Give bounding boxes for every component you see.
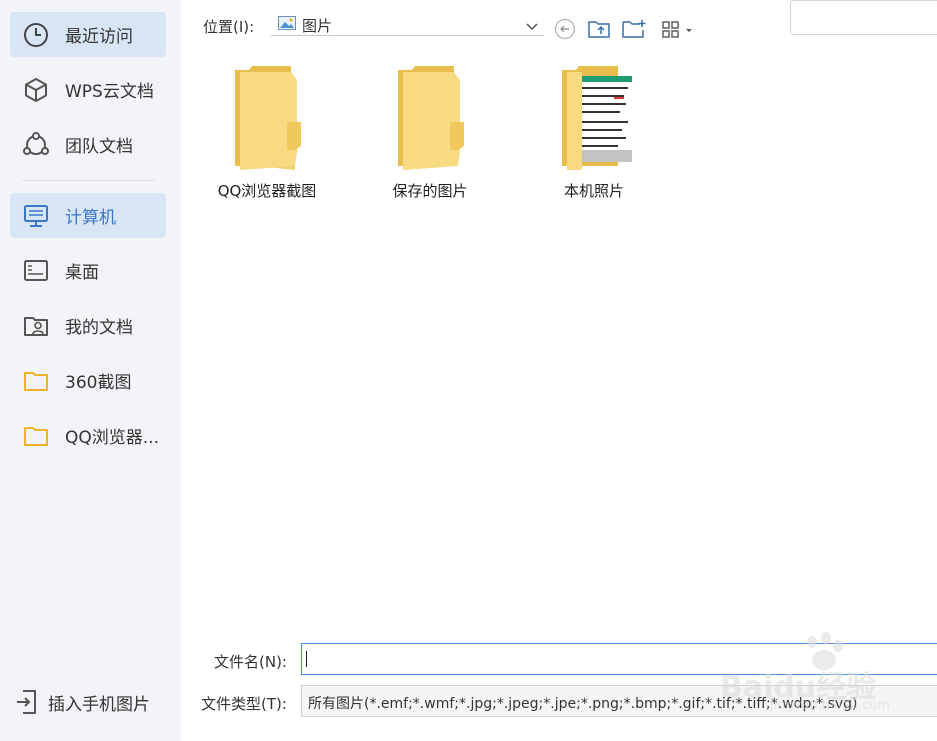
back-button[interactable] <box>552 18 578 44</box>
sidebar-item-label: 我的文档 <box>65 318 133 338</box>
location-label: 位置(I): <box>203 18 255 36</box>
sidebar-item-label: WPS云文档 <box>65 82 154 102</box>
folder-icon <box>22 423 50 449</box>
sidebar-item-360-screenshot[interactable]: 360截图 <box>10 358 166 403</box>
monitor-icon <box>22 203 50 229</box>
text-caret <box>306 651 307 667</box>
sidebar-item-label: 最近访问 <box>65 27 133 47</box>
insert-phone-picture-button[interactable]: 插入手机图片 <box>14 686 150 718</box>
insert-phone-picture-label: 插入手机图片 <box>48 694 150 715</box>
watermark-url: jingyan.baidu.com <box>770 698 890 713</box>
up-folder-button[interactable] <box>586 18 612 44</box>
new-folder-icon <box>621 18 647 44</box>
filename-label: 文件名(N): <box>214 653 287 671</box>
sidebar-item-label: 360截图 <box>65 373 132 393</box>
sidebar: 最近访问 WPS云文档 团队文档 计算机 桌面 我的文档 360截图 QQ浏览器… <box>0 0 181 741</box>
baidu-watermark: Baidu经验 jingyan.baidu.com <box>720 632 930 722</box>
chevron-down-icon <box>526 16 538 31</box>
sidebar-item-recent[interactable]: 最近访问 <box>10 12 166 57</box>
folder-icon <box>235 66 313 170</box>
grid-view-icon <box>660 19 694 43</box>
sidebar-item-desktop[interactable]: 桌面 <box>10 248 166 293</box>
sidebar-item-qq-browser[interactable]: QQ浏览器... <box>10 413 166 458</box>
location-value: 图片 <box>302 17 333 35</box>
location-dropdown[interactable]: 图片 <box>271 10 544 36</box>
sidebar-item-label: 桌面 <box>65 263 99 283</box>
sidebar-item-wps-cloud[interactable]: WPS云文档 <box>10 67 166 112</box>
folder-item-local-photos[interactable]: 本机照片 <box>534 64 654 204</box>
sidebar-item-computer[interactable]: 计算机 <box>10 193 166 238</box>
sidebar-item-my-docs[interactable]: 我的文档 <box>10 303 166 348</box>
filetype-label: 文件类型(T): <box>201 695 287 713</box>
folder-item-qq-browser-screenshot[interactable]: QQ浏览器截图 <box>207 64 327 204</box>
folder-item-saved-pictures[interactable]: 保存的图片 <box>370 64 490 204</box>
file-name: 保存的图片 <box>392 182 468 200</box>
folder-thumbnail-icon <box>562 66 640 170</box>
desktop-icon <box>22 258 50 284</box>
folder-icon <box>22 368 50 394</box>
sidebar-item-label: QQ浏览器... <box>65 428 159 448</box>
new-folder-button[interactable] <box>621 18 647 44</box>
back-arrow-icon <box>554 18 576 44</box>
user-folder-icon <box>22 313 50 339</box>
cube-icon <box>22 77 50 103</box>
sidebar-item-team-docs[interactable]: 团队文档 <box>10 122 166 167</box>
search-input[interactable] <box>790 0 937 35</box>
sidebar-divider <box>22 180 155 181</box>
sidebar-item-label: 团队文档 <box>65 137 133 157</box>
view-mode-button[interactable] <box>659 18 695 44</box>
folder-up-icon <box>587 18 611 44</box>
phone-import-icon <box>14 689 40 715</box>
picture-icon <box>278 15 296 30</box>
team-icon <box>22 132 50 158</box>
folder-icon <box>398 66 476 170</box>
clock-icon <box>22 22 50 48</box>
file-name: QQ浏览器截图 <box>217 182 317 200</box>
file-name: 本机照片 <box>563 182 624 200</box>
sidebar-item-label: 计算机 <box>65 208 116 228</box>
